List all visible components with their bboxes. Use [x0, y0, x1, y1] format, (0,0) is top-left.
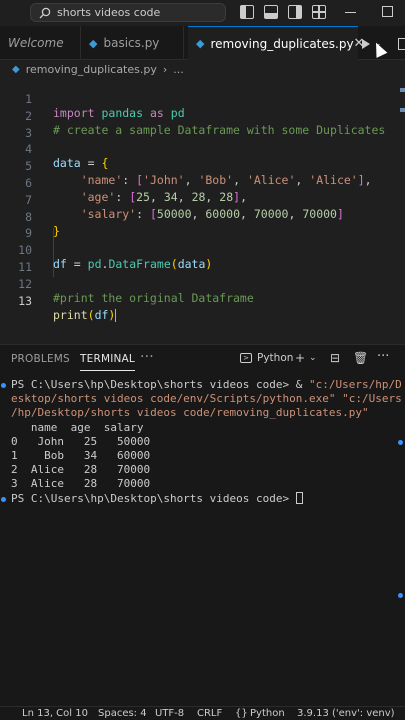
code-line: 9 [0, 212, 405, 240]
terminal-icon: > [240, 353, 252, 363]
code-line: 11 [0, 246, 405, 274]
maximize-icon[interactable] [382, 6, 393, 17]
tab-label: removing_duplicates.py [210, 36, 354, 51]
terminal-command: "c:/Users/hp/D [309, 378, 402, 391]
scrollbar-marker [398, 593, 403, 598]
terminal-output-line: 2 Alice 28 70000 [11, 463, 151, 477]
cursor-position[interactable]: Ln 13, Col 10 [22, 708, 88, 719]
layout-secondary-icon[interactable] [288, 5, 302, 19]
code-line: 7 'salary': [50000, 60000, 70000, 70000] [0, 179, 405, 221]
more-icon[interactable]: ··· [140, 349, 154, 365]
split-terminal-icon[interactable]: ⊟ [330, 351, 340, 365]
command-decoration-icon[interactable] [1, 383, 6, 388]
line-code: print(df) [53, 307, 117, 322]
terminal-cursor [295, 491, 303, 504]
breadcrumb: ◆ removing_duplicates.py › ... [0, 60, 405, 78]
search-icon [39, 7, 53, 19]
scrollbar-marker [400, 108, 405, 112]
code-line: 3 [0, 112, 405, 140]
code-line: 13 print(df) [0, 280, 405, 322]
python-file-icon: ◆ [12, 63, 20, 75]
code-line: 4 data = { [0, 128, 405, 170]
breadcrumb-file[interactable]: removing_duplicates.py [26, 63, 157, 76]
code-line: 8 } [0, 196, 405, 238]
code-line: 5 'name': ['John', 'Bob', 'Alice', 'Alic… [0, 145, 405, 187]
tab-removing-duplicates[interactable]: ◆ removing_duplicates.py ✕ [188, 26, 364, 60]
layout-sidebar-icon[interactable] [240, 5, 254, 19]
command-center-search[interactable]: shorts videos code [30, 3, 226, 22]
terminal-output-line: 0 John 25 50000 [11, 434, 151, 448]
terminal-prompt: PS C:\Users\hp\Desktop\shorts videos cod… [11, 491, 296, 505]
code-editor[interactable]: 1 import pandas as pd 2 # create a sampl… [0, 78, 405, 340]
command-decoration-icon[interactable] [1, 497, 6, 502]
code-line: 6 'age': [25, 34, 28, 28], [0, 162, 405, 204]
layout-controls [240, 5, 326, 19]
python-file-icon: ◆ [196, 37, 205, 50]
text-caret [115, 308, 117, 322]
terminal-output-line: name age salary [11, 420, 144, 434]
shell-name: Python [257, 352, 294, 364]
editor-tab-bar: Welcome ◆ basics.py ◆ removing_duplicate… [0, 26, 405, 60]
split-editor-icon[interactable] [398, 38, 405, 50]
layout-panel-icon[interactable] [264, 5, 278, 19]
tab-problems[interactable]: PROBLEMS [11, 353, 70, 365]
terminal-output-line: 1 Bob 34 60000 [11, 449, 151, 463]
breadcrumb-more[interactable]: ... [173, 63, 184, 76]
code-line: 2 # create a sample Dataframe with some … [0, 95, 405, 137]
title-bar: shorts videos code [0, 0, 405, 26]
terminal-output-line: 3 Alice 28 70000 [11, 477, 151, 491]
scrollbar-marker [400, 88, 405, 92]
search-text: shorts videos code [57, 6, 161, 19]
line-number: 13 [18, 293, 32, 308]
braces-icon[interactable]: {} [235, 708, 248, 719]
code-line: 12 #print the original Dataframe [0, 263, 405, 305]
code-line: 10 df = pd.DataFrame(data) [0, 229, 405, 271]
code-line: 1 import pandas as pd [0, 78, 405, 120]
terminal-prompt: PS C:\Users\hp\Desktop\shorts videos cod… [11, 378, 296, 391]
scrollbar-marker [398, 440, 403, 445]
minimize-icon[interactable] [345, 12, 356, 13]
more-icon[interactable]: ··· [377, 349, 389, 364]
chevron-down-icon[interactable]: ⌄ [309, 353, 317, 363]
add-terminal-icon[interactable]: + [295, 351, 305, 365]
terminal-command: esktop/shorts videos code/env/Scripts/py… [11, 392, 402, 406]
trash-icon[interactable]: 🗑 [353, 351, 368, 365]
language-mode[interactable]: Python [250, 708, 285, 719]
tab-label: basics.py [103, 36, 160, 50]
panel-tab-bar: PROBLEMS TERMINAL ··· > Python + ⌄ ⊟ 🗑 ·… [0, 345, 405, 373]
python-file-icon: ◆ [89, 36, 98, 50]
tab-terminal[interactable]: TERMINAL [80, 353, 135, 371]
run-icon [362, 39, 370, 49]
terminal-command: /hp/Desktop/shorts videos code/removing_… [11, 406, 369, 420]
layout-grid-icon[interactable] [312, 5, 326, 19]
tab-welcome[interactable]: Welcome [0, 26, 72, 60]
line-ending[interactable]: CRLF [197, 708, 222, 719]
bottom-panel: PROBLEMS TERMINAL ··· > Python + ⌄ ⊟ 🗑 ·… [0, 344, 405, 706]
python-interpreter[interactable]: 3.9.13 ('env': venv) [297, 708, 395, 719]
status-bar: Ln 13, Col 10 Spaces: 4 UTF-8 CRLF {} Py… [0, 706, 405, 720]
encoding[interactable]: UTF-8 [155, 708, 184, 719]
terminal-output[interactable]: PS C:\Users\hp\Desktop\shorts videos cod… [11, 378, 405, 506]
terminal-shell-selector[interactable]: > Python [240, 352, 293, 364]
tab-basics[interactable]: ◆ basics.py [80, 26, 184, 60]
tab-label: Welcome [8, 36, 64, 50]
indentation[interactable]: Spaces: 4 [98, 708, 147, 719]
terminal-command-prefix: & [295, 378, 310, 391]
chevron-right-icon: › [162, 62, 168, 76]
